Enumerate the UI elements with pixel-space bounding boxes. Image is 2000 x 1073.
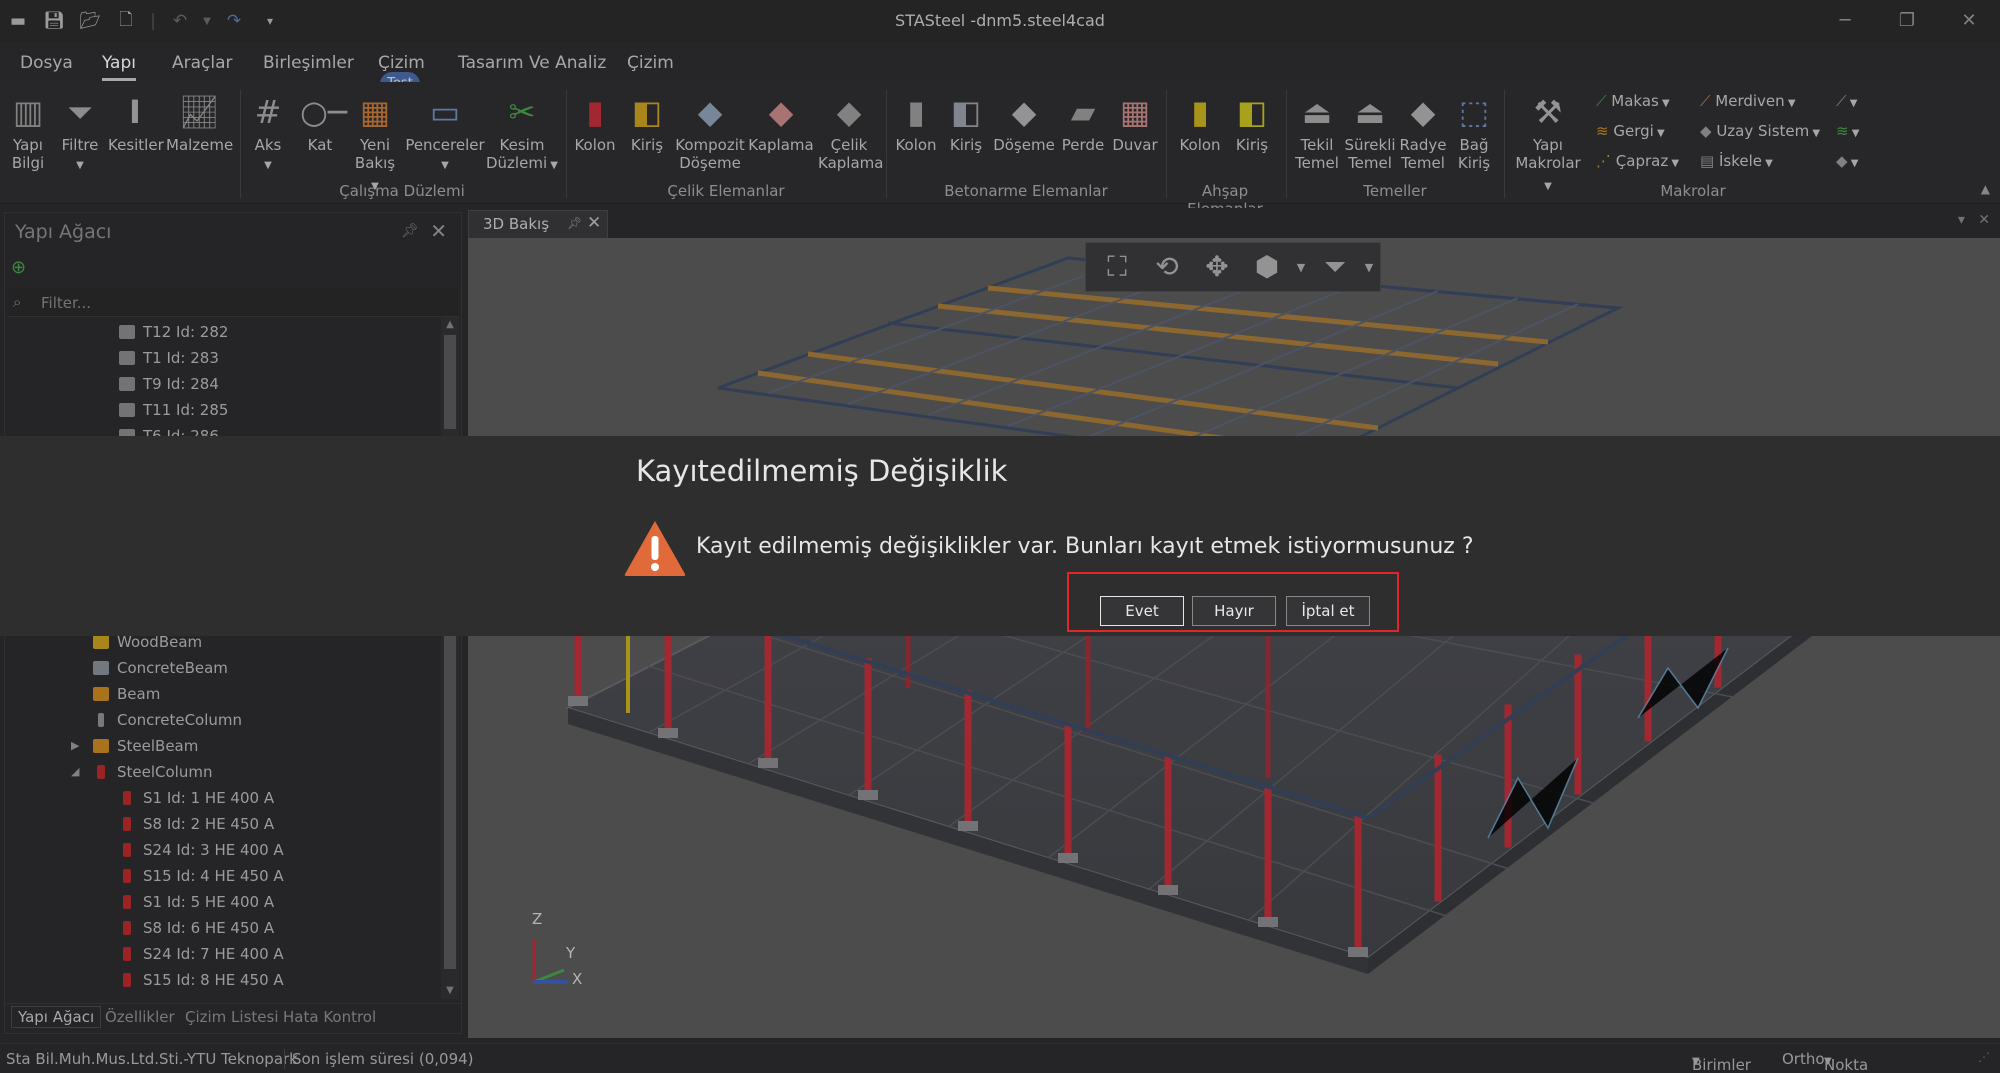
warning-icon [624, 521, 686, 576]
yes-button[interactable]: Evet [1100, 596, 1184, 626]
unsaved-changes-dialog: Kayıtedilmemiş Değişiklik Kayıt edilmemi… [0, 436, 2000, 636]
dialog-title: Kayıtedilmemiş Değişiklik [636, 454, 1008, 488]
cancel-button[interactable]: İptal et [1286, 596, 1370, 626]
dialog-message: Kayıt edilmemiş değişiklikler var. Bunla… [696, 534, 1474, 559]
no-button[interactable]: Hayır [1192, 596, 1276, 626]
